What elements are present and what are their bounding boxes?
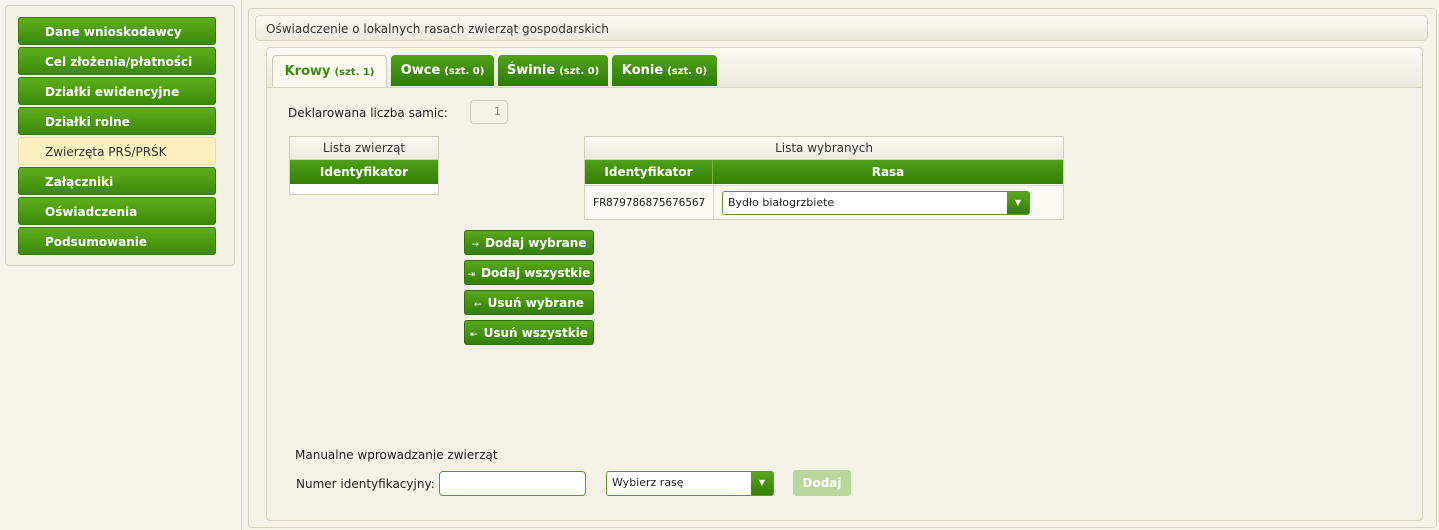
tab-count: (szt. 0) [559,66,600,77]
sidebar: Dane wnioskodawcy Cel złożenia/płatności… [0,0,242,530]
id-number-label: Numer identyfikacyjny: [296,477,435,491]
tab-label: Owce [400,63,441,78]
arrow-left-icon: ← [474,300,482,310]
tab-label: Krowy [284,64,331,79]
add-selected-label: Dodaj wybrane [485,236,587,250]
breed-select[interactable]: Bydło białogrzbiete ▼ [722,191,1030,215]
tab-strip: Krowy (szt. 1) Owce (szt. 0) Świnie (szt. 0… [267,48,1422,88]
sidebar-nav: Dane wnioskodawcy Cel złożenia/płatności… [5,5,235,266]
tab-owce[interactable]: Owce (szt. 0) [391,55,494,86]
chevron-down-icon: ▼ [1007,192,1029,214]
remove-selected-button[interactable]: ← Usuń wybrane [464,290,594,315]
add-selected-button[interactable]: → Dodaj wybrane [464,230,594,255]
chevron-down-icon: ▼ [751,472,773,495]
remove-all-button[interactable]: ⇤ Usuń wszystkie [464,320,594,345]
breed-choice-select[interactable]: Wybierz rasę ▼ [606,471,774,496]
sidebar-item-podsumowanie[interactable]: Podsumowanie [18,227,216,255]
sidebar-item-cel-zlozenia[interactable]: Cel złożenia/płatności [18,47,216,75]
animal-list-header-id[interactable]: Identyfikator [290,160,438,184]
breed-select-value: Bydło białogrzbiete [728,196,835,209]
selected-list: Lista wybranych Identyfikator Rasa FR879… [584,136,1064,220]
id-number-input[interactable] [439,471,586,496]
sidebar-item-zwierzeta[interactable]: Zwierzęta PRŚ/PRŚK [18,137,216,165]
row-identifier: FR879786875676567 [585,186,714,219]
selected-list-caption: Lista wybranych [585,137,1063,160]
tab-count: (szt. 0) [667,66,708,77]
sidebar-item-dzialki-rolne[interactable]: Działki rolne [18,107,216,135]
tab-count: (szt. 0) [444,66,485,77]
remove-selected-label: Usuń wybrane [487,296,584,310]
tab-krowy[interactable]: Krowy (szt. 1) [272,55,387,87]
tab-label: Konie [621,63,664,78]
sidebar-item-dane-wnioskodawcy[interactable]: Dane wnioskodawcy [18,17,216,45]
selected-list-header-id[interactable]: Identyfikator [585,160,713,184]
arrow-right-icon: → [471,240,480,250]
selected-list-header-breed[interactable]: Rasa [713,160,1063,184]
page-title: Oświadczenie o lokalnych rasach zwierząt… [255,15,1428,41]
manual-entry-heading: Manualne wprowadzanie zwierząt [295,448,498,462]
breed-choice-placeholder: Wybierz rasę [612,476,684,489]
tab-swinie[interactable]: Świnie (szt. 0) [498,55,608,86]
add-all-button[interactable]: ⇥ Dodaj wszystkie [464,260,594,285]
add-all-label: Dodaj wszystkie [481,266,591,280]
tab-count: (szt. 1) [334,67,375,78]
arrow-left-bar-icon: ⇤ [470,330,478,340]
sidebar-item-dzialki-ewidencyjne[interactable]: Działki ewidencyjne [18,77,216,105]
animal-list: Lista zwierząt Identyfikator [289,136,439,195]
sidebar-item-zalaczniki[interactable]: Załączniki [18,167,216,195]
add-animal-button[interactable]: Dodaj [793,470,851,496]
tab-label: Świnie [506,63,556,78]
table-row[interactable]: FR879786875676567 Bydło białogrzbiete ▼ [585,185,1063,219]
remove-all-label: Usuń wszystkie [483,326,588,340]
sidebar-item-oswiadczenia[interactable]: Oświadczenia [18,197,216,225]
arrow-right-bar-icon: ⇥ [467,270,476,280]
declared-females-label: Deklarowana liczba samic: [288,106,448,120]
main-content: Oświadczenie o lokalnych rasach zwierząt… [248,8,1437,528]
tab-konie[interactable]: Konie (szt. 0) [612,55,717,86]
animal-list-caption: Lista zwierząt [290,137,438,160]
declared-females-input[interactable]: 1 [470,100,508,124]
animals-panel: Krowy (szt. 1) Owce (szt. 0) Świnie (szt. 0… [266,47,1423,521]
